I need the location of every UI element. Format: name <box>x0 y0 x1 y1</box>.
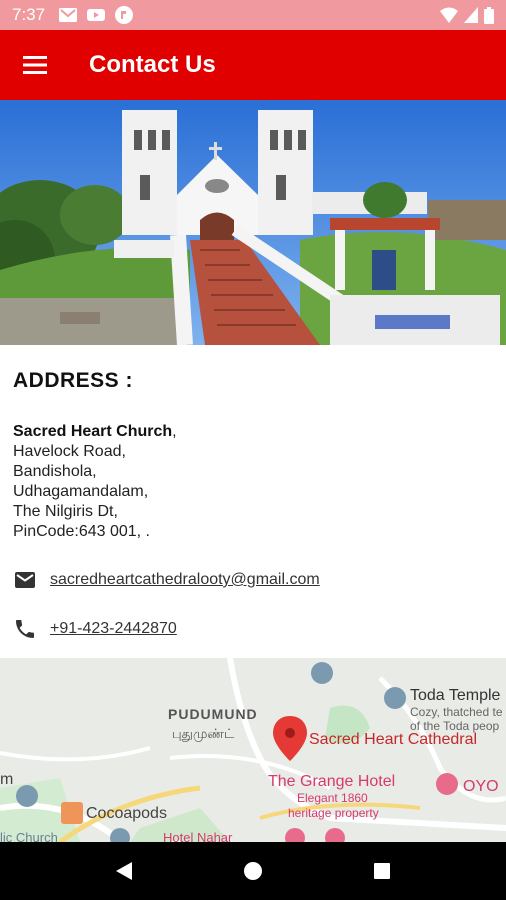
map-label-church-short: lic Church <box>0 830 58 842</box>
mail-icon <box>15 572 35 588</box>
page-title: Contact Us <box>89 51 216 78</box>
app-icon <box>115 6 134 24</box>
contact-content: ADDRESS : Sacred Heart Church, Havelock … <box>0 345 506 658</box>
status-time: 7:37 <box>12 5 46 24</box>
map-label-cocoapods: Cocoapods <box>86 805 167 822</box>
address-line: The Nilgiris Dt, <box>13 503 118 520</box>
address-block: Sacred Heart Church, Havelock Road, Band… <box>13 422 493 542</box>
battery-icon <box>484 6 494 24</box>
map-label-oyo: OYO <box>463 778 499 795</box>
phone-row: +91-423-2442870 <box>13 614 493 644</box>
map-label-grange-sub1: Elegant 1860 <box>297 791 368 805</box>
address-line: Udhagamandalam, <box>13 483 149 500</box>
home-icon[interactable] <box>233 851 273 891</box>
map-label-grange-sub2: heritage property <box>288 806 379 820</box>
app-bar: Contact Us <box>0 30 506 100</box>
map-label-pudumund-tamil: புதுமுண்ட் <box>172 727 235 742</box>
address-name-line: Sacred Heart Church, <box>13 422 493 442</box>
wifi-icon <box>440 7 458 23</box>
email-row: sacredheartcathedralooty@gmail.com <box>13 565 493 595</box>
navigation-bar <box>0 842 506 900</box>
church-name-suffix: , <box>172 423 177 440</box>
recents-icon[interactable] <box>362 851 402 891</box>
map-label-hotel: Hotel Nahar <box>163 830 233 842</box>
map-label-grange: The Grange Hotel <box>268 773 395 790</box>
map-label-pudumund: PUDUMUND <box>168 706 258 722</box>
hamburger-menu-icon[interactable] <box>0 30 70 100</box>
email-link[interactable]: sacredheartcathedralooty@gmail.com <box>50 571 320 589</box>
status-bar: 7:37 <box>0 0 506 30</box>
back-icon[interactable] <box>104 851 144 891</box>
map-label-cathedral: Sacred Heart Cathedral <box>309 731 477 748</box>
gmail-icon <box>59 8 78 22</box>
address-line: Bandishola, <box>13 463 97 480</box>
google-map[interactable]: Toda Temple Cozy, thatched te of the Tod… <box>0 658 506 842</box>
map-label-toda: Toda Temple <box>410 687 501 704</box>
signal-icon <box>464 7 478 23</box>
church-photo <box>0 100 506 345</box>
church-name: Sacred Heart Church <box>13 423 173 440</box>
address-heading: ADDRESS : <box>13 369 134 392</box>
youtube-icon <box>87 9 106 21</box>
map-label-toda-sub1: Cozy, thatched te <box>410 705 503 719</box>
phone-link[interactable]: +91-423-2442870 <box>50 620 177 638</box>
address-line: PinCode:643 001, . <box>13 523 150 540</box>
map-label-m: m <box>0 771 13 788</box>
phone-icon <box>16 620 34 638</box>
address-line: Havelock Road, <box>13 443 126 460</box>
